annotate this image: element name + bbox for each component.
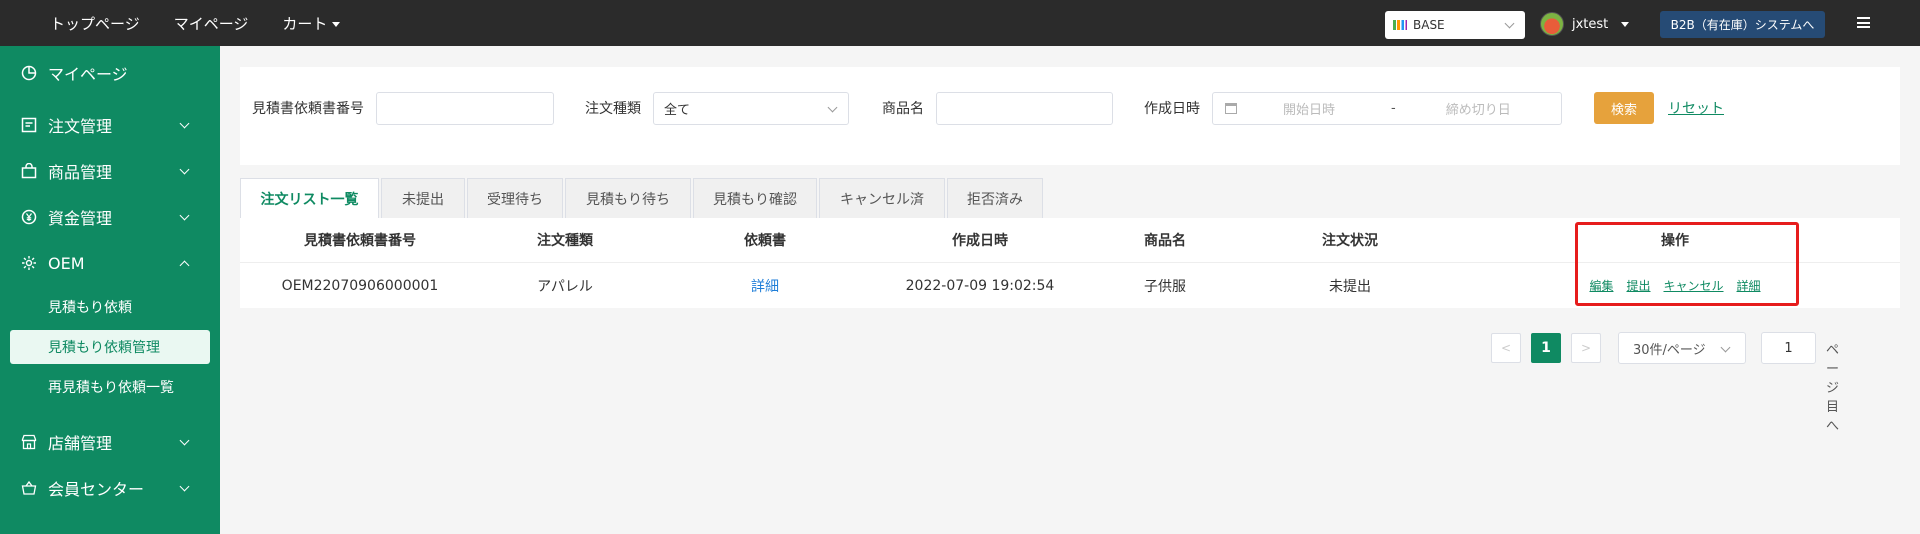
chevron-down-icon — [1504, 18, 1515, 29]
created-date-label: 作成日時 — [1144, 101, 1200, 117]
store-select-value: BASE — [1413, 18, 1445, 32]
created-cell: 2022-07-09 19:02:54 — [905, 277, 1055, 294]
sidebar-subitem-quote-request[interactable]: 見積もり依頼 — [10, 290, 210, 324]
column-header: 作成日時 — [952, 233, 1008, 249]
column-header: 依頼書 — [744, 233, 786, 249]
sidebar-item-label: マイページ — [48, 65, 128, 84]
basket-icon — [20, 479, 38, 497]
quote-no-input[interactable] — [376, 92, 554, 125]
tab-awaiting-acceptance[interactable]: 受理待ち — [467, 178, 563, 218]
end-date-placeholder: 締め切り日 — [1445, 103, 1511, 118]
page-size-select[interactable]: 30件/ページ — [1618, 332, 1746, 364]
sidebar-item-member-center[interactable]: 会員センター — [0, 465, 220, 511]
quote-no-cell: OEM22070906000001 — [281, 277, 439, 294]
order-type-value: 全て — [664, 103, 691, 118]
tab-cancelled[interactable]: キャンセル済 — [819, 178, 945, 218]
sidebar-item-mypage[interactable]: マイページ — [0, 50, 220, 96]
nav-cart-label: カート — [282, 14, 328, 33]
caret-down-icon — [332, 21, 341, 27]
chevron-down-icon — [179, 210, 190, 221]
date-range-picker[interactable]: 開始日時 - 締め切り日 — [1212, 92, 1562, 125]
prev-page-button[interactable]: < — [1491, 333, 1521, 363]
sidebar-item-label: 会員センター — [48, 480, 145, 499]
nav-cart[interactable]: カート — [282, 13, 341, 34]
column-header: 注文種類 — [537, 233, 593, 249]
order-type-cell: アパレル — [537, 278, 593, 295]
date-range-separator: - — [1391, 101, 1396, 116]
filter-panel: 見積書依頼書番号 注文種類 全て 商品名 作成日時 開始日時 - 締め切り日 検… — [240, 67, 1900, 165]
product-name-input[interactable] — [936, 92, 1113, 125]
order-type-label: 注文種類 — [585, 101, 641, 117]
store-select[interactable]: BASE — [1385, 11, 1525, 39]
sidebar-item-label: 商品管理 — [48, 163, 113, 182]
next-page-button[interactable]: > — [1571, 333, 1601, 363]
product-name-label: 商品名 — [882, 101, 924, 117]
sidebar-item-product-mgmt[interactable]: 商品管理 — [0, 148, 220, 194]
tab-rejected[interactable]: 拒否済み — [947, 178, 1043, 218]
request-cell: 詳細 — [650, 276, 880, 296]
chevron-down-icon — [179, 481, 190, 492]
store-logo-icon — [1393, 20, 1407, 30]
user-menu[interactable]: jxtest — [1540, 12, 1630, 36]
search-button[interactable]: 検索 — [1594, 92, 1654, 124]
calendar-icon — [1225, 103, 1237, 114]
reset-link[interactable]: リセット — [1668, 98, 1724, 118]
sidebar-item-funds-mgmt[interactable]: 資金管理 — [0, 194, 220, 240]
store-icon — [20, 433, 38, 451]
pie-chart-icon — [20, 64, 38, 82]
top-nav: トップページ マイページ カート — [50, 13, 341, 34]
chevron-down-icon — [1720, 342, 1731, 353]
nav-top-page[interactable]: トップページ — [50, 13, 140, 34]
highlight-box — [1575, 222, 1799, 306]
tab-quote-confirm[interactable]: 見積もり確認 — [693, 178, 817, 218]
page-jump-input[interactable]: 1 — [1761, 332, 1816, 364]
chevron-down-icon — [179, 118, 190, 129]
nav-mypage[interactable]: マイページ — [174, 13, 249, 34]
gear-icon — [20, 254, 38, 272]
status-tabs: 注文リスト一覧 未提出 受理待ち 見積もり待ち 見積もり確認 キャンセル済 拒否… — [240, 178, 1045, 218]
chevron-down-icon — [179, 435, 190, 446]
sidebar: マイページ 注文管理 商品管理 資金管理 OEM 見積もり依頼 見積もり依頼管理… — [0, 46, 220, 534]
order-type-select[interactable]: 全て — [653, 92, 849, 125]
sidebar-item-label: OEM — [48, 253, 85, 273]
sidebar-item-label: 注文管理 — [48, 117, 113, 136]
sidebar-subitem-requote-list[interactable]: 再見積もり依頼一覧 — [10, 370, 210, 404]
page-jump-suffix: ページ目へ — [1826, 343, 1840, 434]
page-number-current[interactable]: 1 — [1531, 333, 1561, 363]
status-cell: 未提出 — [1329, 278, 1371, 295]
sidebar-item-label: 資金管理 — [48, 209, 113, 228]
chevron-down-icon — [179, 164, 190, 175]
sidebar-item-label: 店舗管理 — [48, 434, 113, 453]
username: jxtest — [1572, 16, 1609, 32]
tab-not-submitted[interactable]: 未提出 — [381, 178, 465, 218]
product-cell: 子供服 — [1144, 278, 1186, 295]
avatar — [1540, 12, 1564, 36]
chevron-up-icon — [179, 260, 190, 271]
column-header: 見積書依頼書番号 — [304, 233, 416, 249]
sidebar-item-oem[interactable]: OEM — [0, 240, 220, 286]
yen-icon — [20, 208, 38, 226]
order-list-icon — [20, 116, 38, 134]
request-detail-link[interactable]: 詳細 — [751, 279, 779, 295]
page-size-value: 30件/ページ — [1633, 342, 1706, 358]
chevron-down-icon — [827, 102, 838, 113]
tab-all-orders[interactable]: 注文リスト一覧 — [240, 178, 379, 218]
b2b-system-button[interactable]: B2B（有在庫）システムへ — [1660, 11, 1825, 38]
sidebar-item-store-mgmt[interactable]: 店舗管理 — [0, 419, 220, 465]
sidebar-item-order-mgmt[interactable]: 注文管理 — [0, 102, 220, 148]
caret-down-icon — [1621, 21, 1630, 27]
start-date-placeholder: 開始日時 — [1283, 103, 1336, 118]
column-header: 注文状況 — [1322, 233, 1378, 249]
quote-no-label: 見積書依頼書番号 — [252, 101, 364, 117]
hamburger-menu-icon[interactable] — [1857, 17, 1870, 28]
shopping-bag-icon — [20, 162, 38, 180]
top-navbar: トップページ マイページ カート BASE jxtest B2B（有在庫）システ… — [0, 0, 1920, 46]
tab-awaiting-quote[interactable]: 見積もり待ち — [565, 178, 691, 218]
column-header: 商品名 — [1144, 233, 1186, 249]
sidebar-subitem-quote-mgmt[interactable]: 見積もり依頼管理 — [10, 330, 210, 364]
